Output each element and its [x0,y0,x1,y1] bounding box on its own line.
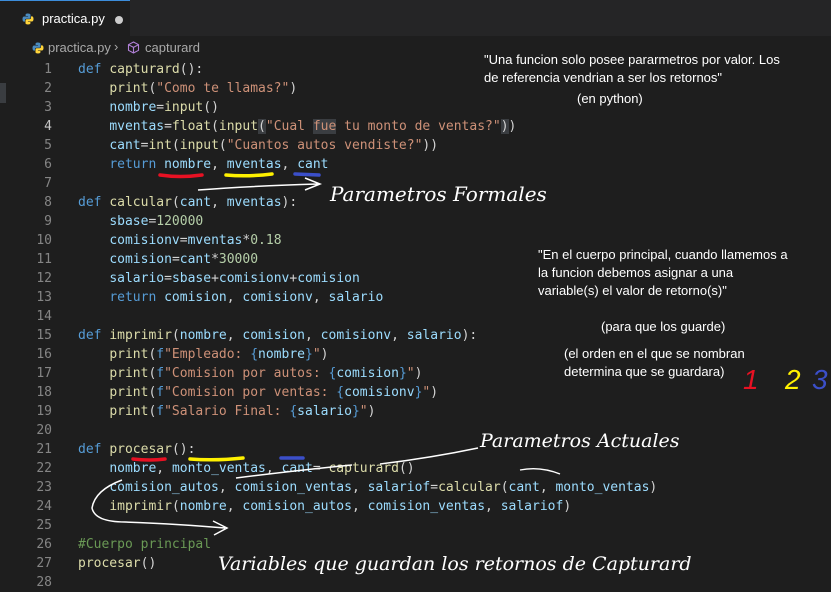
code-text: print(f"Comision por autos: {comision}") [109,366,423,381]
code-line[interactable]: 20 [0,421,831,440]
code-line[interactable]: 4 mventas=float(input("Cual fue tu monto… [0,117,831,136]
line-number: 19 [36,404,52,419]
line-number: 22 [36,461,52,476]
code-text: print(f"Salario Final: {salario}") [109,404,376,419]
line-number: 27 [36,556,52,571]
code-text: print(f"Empleado: {nombre}") [109,347,329,362]
note-mid-line6: determina que se guardara) [564,364,725,379]
tab-filename: practica.py [42,11,105,26]
line-number: 20 [36,423,52,438]
note-mid-line1: "En el cuerpo principal, cuando llamemos… [538,247,788,262]
code-text: nombre, monto_ventas, cant= capturard() [109,461,415,476]
code-text: mventas=float(input("Cual fue tu monto d… [109,119,517,134]
note-mid-line2: la funcion debemos asignar a una [538,265,734,280]
line-number: 28 [36,575,52,590]
order-number-1: 1 [743,364,759,395]
line-number: 11 [36,252,52,267]
line-number: 12 [36,271,52,286]
handwritten-variables-retornos: Variables que guardan los retornos de Ca… [218,553,692,575]
code-line[interactable]: 21 def procesar(): [0,440,831,459]
chevron-right-icon: › [114,39,119,54]
code-line[interactable]: 6 return nombre, mventas, cant [0,155,831,174]
line-number: 6 [44,157,52,172]
code-text: print("Como te llamas?") [109,81,298,96]
line-number: 8 [44,195,52,210]
line-number: 24 [36,499,52,514]
note-mid-line4: (para que los guarde) [601,319,726,334]
order-number-3: 3 [812,364,828,395]
code-text: def capturard(): [78,62,204,77]
breadcrumb-file[interactable]: practica.py [48,40,111,55]
line-number: 14 [36,309,52,324]
line-number: 21 [36,442,52,457]
line-number: 9 [44,214,52,229]
line-number: 10 [36,233,52,248]
handwritten-parametros-actuales: Parametros Actuales [480,430,680,452]
code-line[interactable]: 19 print(f"Salario Final: {salario}") [0,402,831,421]
line-number: 3 [44,100,52,115]
code-text: comision=cant*30000 [109,252,259,267]
note-mid-line5: (el orden en el que se nombran [564,346,745,361]
code-text: comisionv=mventas*0.18 [109,233,282,248]
code-line[interactable]: 24 imprimir(nombre, comision_autos, comi… [0,497,831,516]
line-number: 7 [44,176,52,191]
line-number: 16 [36,347,52,362]
code-text: comision_autos, comision_ventas, salario… [109,480,658,495]
line-number: 23 [36,480,52,495]
code-text: print(f"Comision por ventas: {comisionv}… [109,385,439,400]
code-text: procesar() [78,556,157,571]
note-top-line1: "Una funcion solo posee pararmetros por … [484,52,780,67]
code-line[interactable]: 23 comision_autos, comision_ventas, sala… [0,478,831,497]
code-text: return nombre, mventas, cant [109,157,329,172]
order-number-2: 2 [785,364,801,395]
line-number: 26 [36,537,52,552]
line-number: 25 [36,518,52,533]
note-top-line2: de referencia vendrian a ser los retorno… [484,70,723,85]
code-text: cant=int(input("Cuantos autos vendiste?"… [109,138,439,153]
tab-practica-py[interactable]: practica.py [0,0,130,36]
note-mid-line3: variable(s) el valor de retorno(s)" [538,283,727,298]
handwritten-parametros-formales: Parametros Formales [330,182,547,206]
note-top-line3: (en python) [577,91,643,106]
code-line[interactable]: 5 cant=int(input("Cuantos autos vendiste… [0,136,831,155]
line-number: 15 [36,328,52,343]
code-line[interactable]: 28 [0,573,831,592]
code-text: sbase=120000 [109,214,204,229]
code-line[interactable]: 3 nombre=input() [0,98,831,117]
unsaved-dot-icon[interactable] [115,16,123,24]
code-text: def imprimir(nombre, comision, comisionv… [78,328,478,343]
code-text: def procesar(): [78,442,196,457]
line-number: 4 [44,119,52,134]
code-text: return comision, comisionv, salario [109,290,384,305]
breadcrumb-function[interactable]: capturard [145,40,200,55]
line-number: 5 [44,138,52,153]
code-line[interactable]: 9 sbase=120000 [0,212,831,231]
tab-bar: practica.py [0,0,831,36]
code-text: #Cuerpo principal [78,537,212,552]
python-file-icon [22,13,34,25]
method-cube-icon [127,41,140,54]
code-line[interactable]: 25 [0,516,831,535]
code-text: imprimir(nombre, comision_autos, comisio… [109,499,572,514]
code-line[interactable]: 26 #Cuerpo principal [0,535,831,554]
line-number: 17 [36,366,52,381]
line-number: 18 [36,385,52,400]
line-number: 13 [36,290,52,305]
code-text: salario=sbase+comisionv+comision [109,271,360,286]
code-text: def calcular(cant, mventas): [78,195,298,210]
line-number: 2 [44,81,52,96]
line-number: 1 [44,62,52,77]
code-line[interactable]: 18 print(f"Comision por ventas: {comisio… [0,383,831,402]
code-line[interactable]: 22 nombre, monto_ventas, cant= capturard… [0,459,831,478]
python-file-icon [32,42,44,54]
code-text: nombre=input() [109,100,219,115]
